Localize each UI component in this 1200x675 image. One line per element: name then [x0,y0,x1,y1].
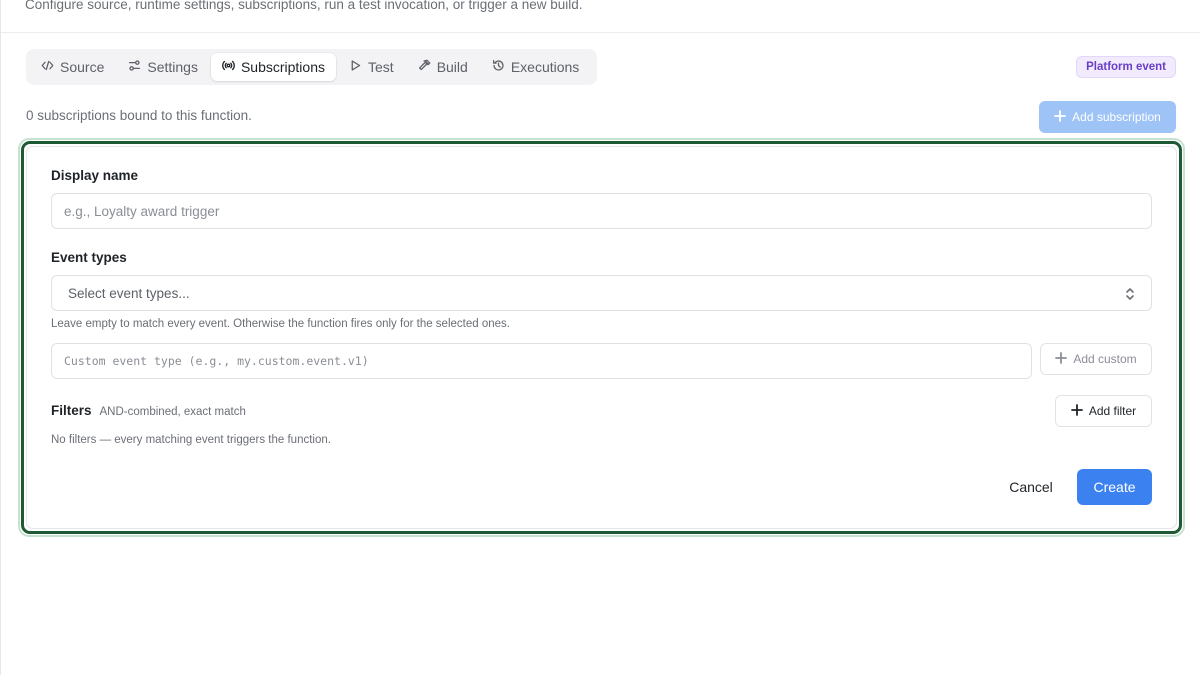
play-icon [349,59,362,75]
add-subscription-button[interactable]: Add subscription [1039,101,1176,133]
cancel-button[interactable]: Cancel [999,469,1063,505]
broadcast-icon [222,59,235,75]
tab-settings[interactable]: Settings [117,53,209,81]
tab-test[interactable]: Test [338,53,405,81]
add-subscription-label: Add subscription [1072,110,1161,124]
custom-event-input[interactable]: Custom event type (e.g., my.custom.event… [51,343,1032,379]
page-subtitle: Configure source, runtime settings, subs… [25,0,583,12]
add-custom-label: Add custom [1073,352,1137,366]
platform-event-badge: Platform event [1076,56,1176,78]
filters-label: Filters [51,403,92,418]
tab-label: Subscriptions [240,59,325,75]
custom-event-placeholder: Custom event type (e.g., my.custom.event… [64,354,369,368]
filters-sublabel: AND-combined, exact match [99,406,246,418]
add-filter-button[interactable]: Add filter [1055,395,1152,427]
display-name-input[interactable]: e.g., Loyalty award trigger [51,193,1152,229]
filters-heading: Filters AND-combined, exact match [51,403,246,418]
header-divider [1,32,1200,33]
tab-label: Settings [147,59,198,75]
event-types-placeholder: Select event types... [68,285,190,301]
display-name-placeholder: e.g., Loyalty award trigger [64,203,220,219]
tab-build[interactable]: Build [407,53,479,81]
event-types-help: Leave empty to match every event. Otherw… [51,318,510,330]
plus-icon [1055,351,1068,367]
tab-subscriptions[interactable]: Subscriptions [210,53,336,81]
event-types-select[interactable]: Select event types... [51,275,1152,311]
new-subscription-form: Display name e.g., Loyalty award trigger… [26,146,1177,529]
create-button[interactable]: Create [1077,469,1152,505]
tab-executions[interactable]: Executions [481,53,590,81]
tab-bar: Source Settings Subscriptions Test Build [26,49,597,85]
event-types-label: Event types [51,250,127,265]
display-name-label: Display name [51,168,139,183]
tab-label: Test [368,59,394,75]
tab-source[interactable]: Source [30,53,115,81]
tab-label: Executions [510,59,580,75]
sliders-icon [128,59,141,75]
function-detail-page: Configure source, runtime settings, subs… [0,0,1200,675]
add-custom-button[interactable]: Add custom [1040,343,1152,375]
tab-label: Source [60,59,105,75]
add-filter-label: Add filter [1088,404,1137,418]
chevron-up-down-icon [1123,286,1137,302]
filters-empty-text: No filters — every matching event trigge… [51,434,331,446]
plus-icon [1070,403,1083,419]
history-icon [492,59,505,75]
hammer-icon [418,59,431,75]
code-icon [41,59,54,75]
tab-label: Build [436,59,468,75]
subscription-count: 0 subscriptions bound to this function. [26,108,252,123]
plus-icon [1054,109,1067,125]
